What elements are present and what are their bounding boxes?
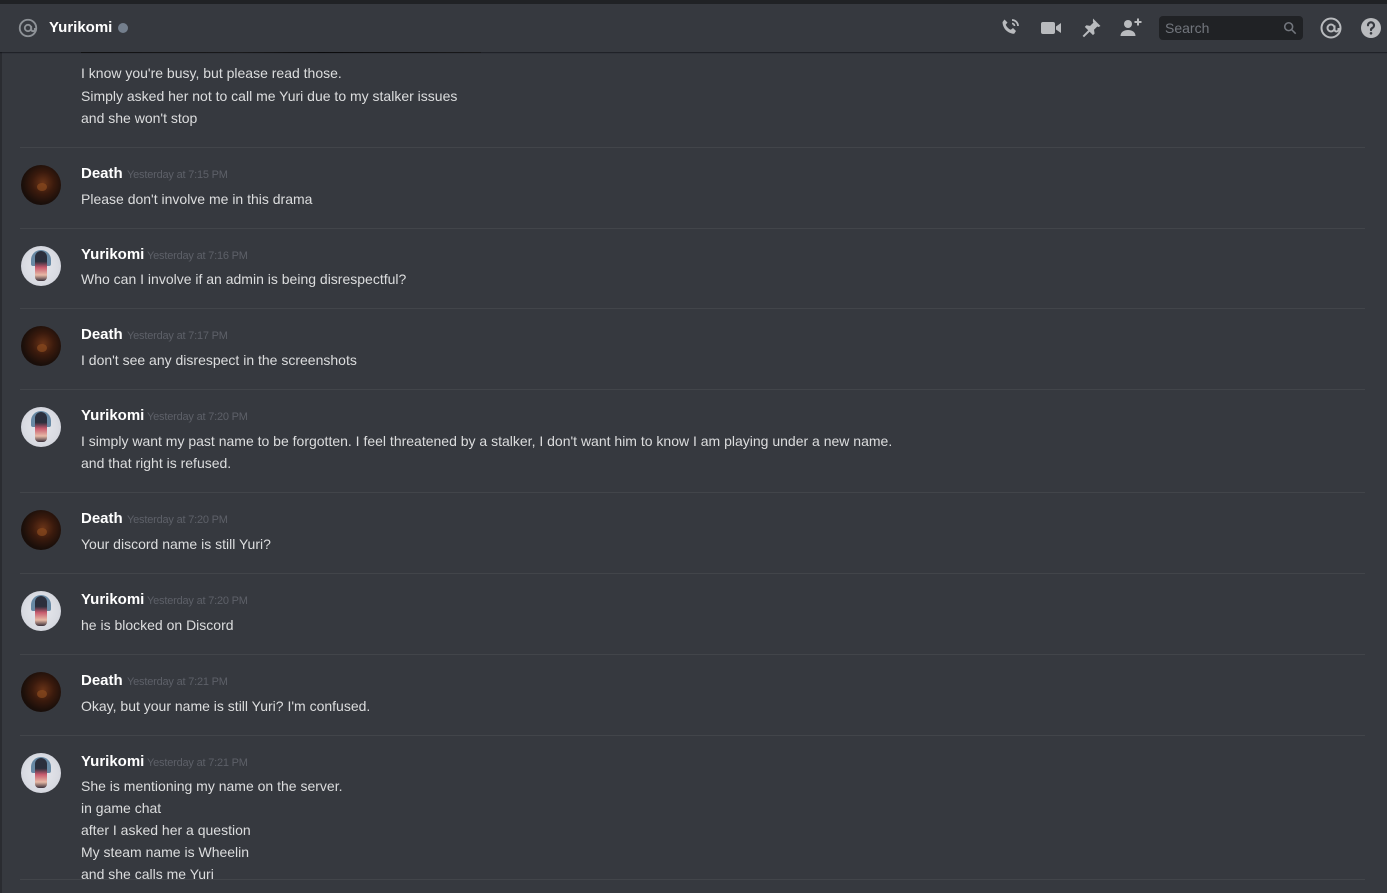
- avatar[interactable]: [21, 165, 61, 205]
- message-line: he is blocked on Discord: [81, 617, 234, 633]
- message-line: in game chat: [81, 800, 162, 816]
- message-line: after I asked her a question: [81, 822, 251, 838]
- message-divider: [20, 228, 1365, 229]
- avatar[interactable]: [21, 246, 61, 286]
- status-dot: [118, 23, 128, 33]
- timestamp: Yesterday at 7:20 PM: [127, 514, 228, 526]
- help-icon[interactable]: [1359, 16, 1383, 40]
- message-line: Okay, but your name is still Yuri? I'm c…: [81, 698, 371, 714]
- message-line: and she won't stop: [81, 110, 198, 126]
- avatar[interactable]: [21, 591, 61, 631]
- message-line: I know you're busy, but please read thos…: [81, 65, 342, 81]
- message-divider: [20, 879, 1365, 880]
- avatar[interactable]: [21, 326, 61, 366]
- pin-icon[interactable]: [1079, 16, 1103, 40]
- timestamp: Yesterday at 7:17 PM: [127, 330, 228, 342]
- username[interactable]: Yurikomi: [81, 752, 144, 772]
- timestamp: Yesterday at 7:21 PM: [147, 757, 248, 769]
- timestamp: Yesterday at 7:20 PM: [147, 595, 248, 607]
- message-line: and she calls me Yuri: [81, 866, 214, 882]
- at-icon: [18, 18, 38, 38]
- avatar[interactable]: [21, 510, 61, 550]
- message-line: She is mentioning my name on the server.: [81, 778, 343, 794]
- username[interactable]: Yurikomi: [81, 590, 144, 610]
- timestamp: Yesterday at 7:15 PM: [127, 169, 228, 181]
- message-line: My steam name is Wheelin: [81, 844, 250, 860]
- message-list: I know you're busy, but please read thos…: [0, 52, 1387, 893]
- message-line: Who can I involve if an admin is being d…: [81, 271, 407, 287]
- username[interactable]: Death: [81, 671, 123, 691]
- search-box[interactable]: [1159, 16, 1303, 40]
- channel-header: Yurikomi: [0, 4, 1387, 52]
- message-divider: [20, 654, 1365, 655]
- username[interactable]: Yurikomi: [81, 406, 144, 426]
- message-divider: [20, 308, 1365, 309]
- username[interactable]: Death: [81, 509, 123, 529]
- message-divider: [20, 492, 1365, 493]
- avatar[interactable]: [21, 672, 61, 712]
- voice-call-icon[interactable]: [998, 16, 1022, 40]
- message-line: and that right is refused.: [81, 455, 232, 471]
- avatar[interactable]: [21, 407, 61, 447]
- username[interactable]: Death: [81, 325, 123, 345]
- timestamp: Yesterday at 7:16 PM: [147, 250, 248, 262]
- message-divider: [20, 573, 1365, 574]
- search-input[interactable]: [1159, 16, 1283, 40]
- message-line: I don't see any disrespect in the screen…: [81, 352, 357, 368]
- timestamp: Yesterday at 7:20 PM: [147, 411, 248, 423]
- dm-user-title: Yurikomi: [49, 19, 113, 36]
- message-divider: [20, 735, 1365, 736]
- username[interactable]: Yurikomi: [81, 245, 144, 265]
- avatar[interactable]: [21, 753, 61, 793]
- discord-dm-window: Yurikomi Search I know you're busy, but …: [0, 0, 1387, 893]
- video-call-icon[interactable]: [1039, 16, 1063, 40]
- message-divider: [20, 389, 1365, 390]
- timestamp: Yesterday at 7:21 PM: [127, 676, 228, 688]
- mentions-icon[interactable]: [1319, 16, 1343, 40]
- add-friend-icon[interactable]: [1119, 16, 1143, 40]
- message-line: Please don't involve me in this drama: [81, 191, 313, 207]
- message-line: Simply asked her not to call me Yuri due…: [81, 88, 458, 104]
- message-divider: [20, 147, 1365, 148]
- message-line: Your discord name is still Yuri?: [81, 536, 271, 552]
- search-icon: [1283, 21, 1297, 35]
- message-line: I simply want my past name to be forgott…: [81, 433, 893, 449]
- username[interactable]: Death: [81, 164, 123, 184]
